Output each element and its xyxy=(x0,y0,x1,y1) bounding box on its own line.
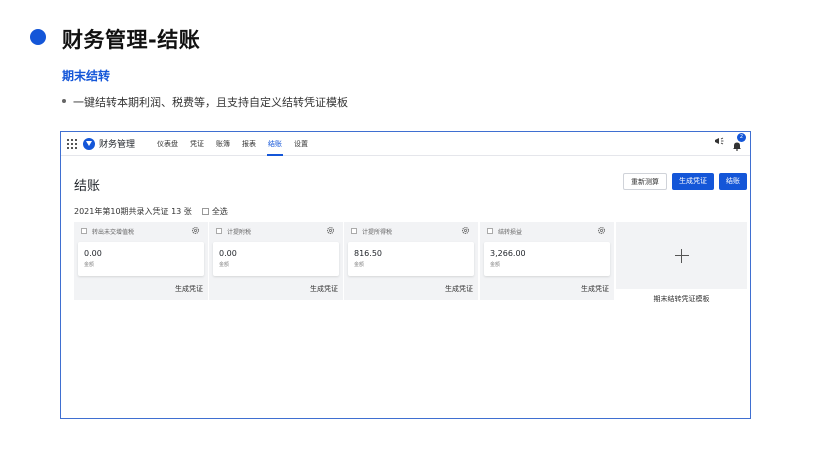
amount-box: 3,266.00 金额 xyxy=(484,242,610,276)
card-title: 计提附税 xyxy=(227,228,252,236)
app-grid-icon[interactable] xyxy=(67,138,77,149)
generate-voucher-link[interactable]: 生成凭证 xyxy=(581,284,609,294)
card-amount: 0.00 xyxy=(219,249,237,258)
card-header: 结转损益 xyxy=(480,222,614,240)
generate-voucher-link[interactable]: 生成凭证 xyxy=(310,284,338,294)
gear-icon[interactable] xyxy=(326,226,335,235)
card-header: 计提附税 xyxy=(209,222,343,240)
notification-badge: 2 xyxy=(737,133,746,142)
closing-card: 计提附税 0.00 金额 生成凭证 xyxy=(209,222,343,300)
generate-voucher-link[interactable]: 生成凭证 xyxy=(175,284,203,294)
recalculate-button[interactable]: 重新测算 xyxy=(623,173,667,190)
title-dot xyxy=(30,29,46,45)
closing-card: 转出未交增值税 0.00 金额 生成凭证 xyxy=(74,222,208,300)
nav-ledgers[interactable]: 账簿 xyxy=(210,132,236,156)
amount-box: 0.00 金额 xyxy=(78,242,204,276)
gear-icon[interactable] xyxy=(597,226,606,235)
app-logo-icon xyxy=(83,137,95,150)
main-nav: 仪表盘 凭证 账簿 报表 结账 设置 xyxy=(151,132,314,156)
bullet-text: 一键结转本期利润、税费等，且支持自定义结转凭证模板 xyxy=(73,96,348,109)
select-all-label: 全选 xyxy=(211,207,228,216)
card-checkbox[interactable] xyxy=(216,228,222,234)
app-screenshot-frame: 财务管理 仪表盘 凭证 账簿 报表 结账 设置 2 结账 重新测算 生成凭证 结… xyxy=(60,131,751,419)
slide: 财务管理-结账 期末结转 一键结转本期利润、税费等，且支持自定义结转凭证模板 财… xyxy=(0,0,820,461)
card-amount: 816.50 xyxy=(354,249,382,258)
card-amount-label: 金额 xyxy=(354,262,365,268)
nav-settings[interactable]: 设置 xyxy=(288,132,314,156)
generate-voucher-link[interactable]: 生成凭证 xyxy=(445,284,473,294)
add-template-label: 期末结转凭证模板 xyxy=(653,295,710,303)
card-amount: 0.00 xyxy=(84,249,102,258)
bullet-point: 一键结转本期利润、税费等，且支持自定义结转凭证模板 xyxy=(62,94,348,110)
card-title: 结转损益 xyxy=(498,228,523,236)
top-navigation-bar: 财务管理 仪表盘 凭证 账簿 报表 结账 设置 2 xyxy=(61,132,750,156)
card-header: 转出未交增值税 xyxy=(74,222,208,240)
app-name: 财务管理 xyxy=(99,140,136,150)
card-amount-label: 金额 xyxy=(490,262,501,268)
amount-box: 0.00 金额 xyxy=(213,242,339,276)
card-checkbox[interactable] xyxy=(351,228,357,234)
close-period-button[interactable]: 结账 xyxy=(719,173,747,190)
gear-icon[interactable] xyxy=(191,226,200,235)
select-all-checkbox[interactable] xyxy=(201,208,209,215)
nav-reports[interactable]: 报表 xyxy=(236,132,262,156)
card-amount: 3,266.00 xyxy=(490,249,526,258)
nav-dashboard[interactable]: 仪表盘 xyxy=(151,132,184,156)
card-checkbox[interactable] xyxy=(81,228,87,234)
bullet-dot xyxy=(62,99,66,103)
closing-card: 结转损益 3,266.00 金额 生成凭证 xyxy=(480,222,614,300)
card-amount-label: 金额 xyxy=(219,262,230,268)
card-title: 计提所得税 xyxy=(362,228,393,236)
topbar-actions: 2 xyxy=(714,133,746,151)
period-text: 2021年第10期共录入凭证 13 张 xyxy=(74,207,192,216)
card-checkbox[interactable] xyxy=(487,228,493,234)
card-title: 转出未交增值税 xyxy=(92,228,135,236)
closing-card: 计提所得税 816.50 金额 生成凭证 xyxy=(344,222,478,300)
nav-vouchers[interactable]: 凭证 xyxy=(184,132,210,156)
card-header: 计提所得税 xyxy=(344,222,478,240)
nav-closing[interactable]: 结账 xyxy=(262,132,288,156)
plus-icon xyxy=(674,248,689,263)
page-title: 结账 xyxy=(74,179,101,194)
slide-title: 财务管理-结账 xyxy=(62,28,201,52)
amount-box: 816.50 金额 xyxy=(348,242,474,276)
megaphone-icon[interactable] xyxy=(714,136,724,146)
generate-voucher-button[interactable]: 生成凭证 xyxy=(672,173,714,190)
slide-subtitle: 期末结转 xyxy=(62,69,111,83)
card-amount-label: 金额 xyxy=(84,262,95,268)
period-summary: 2021年第10期共录入凭证 13 张 全选 xyxy=(74,206,228,217)
bell-icon[interactable]: 2 xyxy=(732,133,746,151)
gear-icon[interactable] xyxy=(461,226,470,235)
add-template-card[interactable] xyxy=(616,222,747,289)
